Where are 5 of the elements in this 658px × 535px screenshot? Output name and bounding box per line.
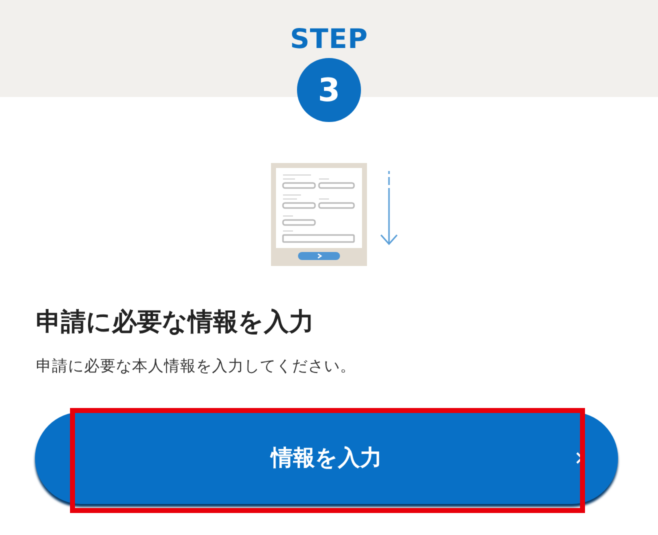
step-number: 3 [297,58,361,122]
step-label: STEP [290,24,368,56]
enter-info-button[interactable]: 情報を入力 [35,412,618,504]
description: 申請に必要な本人情報を入力してください。 [36,356,357,377]
section-heading: 申請に必要な情報を入力 [36,306,315,338]
